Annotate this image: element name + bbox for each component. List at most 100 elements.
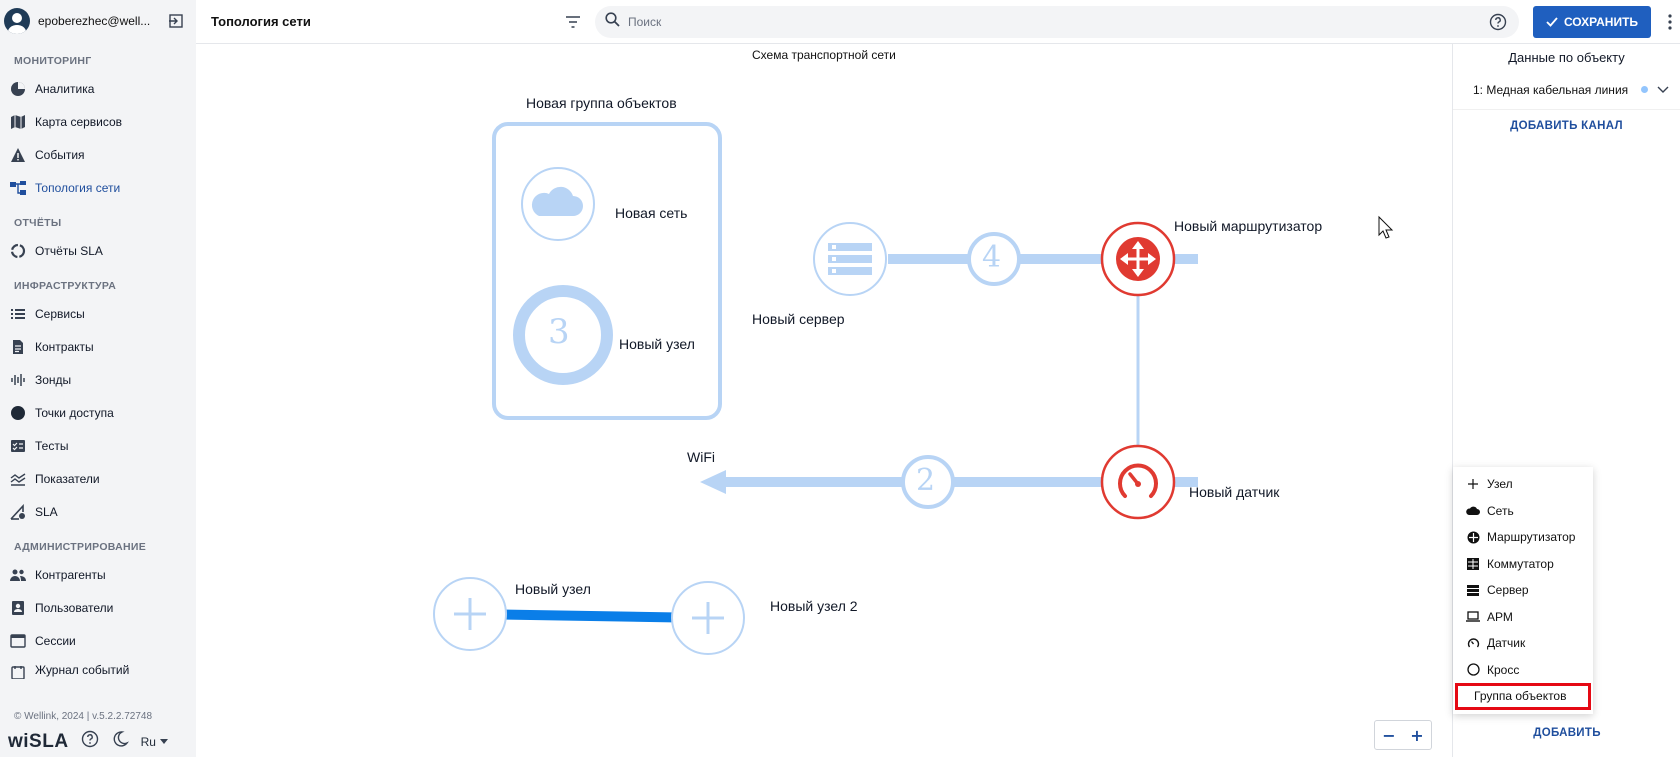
menu-item-label: Коммутатор — [1487, 556, 1554, 571]
menu-item-label: Узел — [1487, 477, 1513, 492]
sidebar-item-topology[interactable]: Топология сети — [0, 171, 196, 204]
logout-icon[interactable] — [166, 11, 186, 31]
checklist-icon — [8, 436, 28, 456]
sidebar: epoberezhec@well... МОНИТОРИНГ Аналитика… — [0, 0, 196, 757]
sidebar-item-label: Тесты — [35, 438, 69, 453]
search-input[interactable] — [628, 14, 1487, 29]
plus-icon — [1465, 476, 1481, 492]
sidebar-item-tests[interactable]: Тесты — [0, 429, 196, 462]
section-title-monitoring: МОНИТОРИНГ — [14, 55, 92, 67]
sla-icon — [8, 502, 28, 522]
menu-item-label: Группа объектов — [1474, 689, 1567, 704]
chevron-down-icon[interactable] — [1656, 83, 1670, 97]
sidebar-item-label: Топология сети — [35, 180, 121, 195]
dot-icon — [8, 403, 28, 423]
dark-mode-icon[interactable] — [111, 730, 129, 753]
topology-icon — [8, 178, 28, 198]
menu-item-node[interactable]: Узел — [1453, 471, 1593, 498]
section-title-infrastructure: ИНФРАСТРУКТУРА — [14, 280, 117, 292]
sidebar-item-sla-reports[interactable]: Отчёты SLA — [0, 234, 196, 267]
network-label: Новая сеть — [615, 205, 688, 221]
menu-item-label: Сервер — [1487, 583, 1529, 598]
caret-down-icon — [159, 738, 168, 744]
sidebar-item-label: Контрагенты — [35, 567, 106, 582]
sidebar-item-label: SLA — [35, 504, 58, 519]
zoom-out-button[interactable]: − — [1375, 721, 1403, 749]
sidebar-item-journal[interactable]: Журнал событий — [0, 657, 196, 679]
sidebar-item-contracts[interactable]: Контракты — [0, 330, 196, 363]
channel-row[interactable]: 1: Медная кабельная линия — [1453, 70, 1680, 110]
search-bar — [595, 5, 1519, 38]
sidebar-item-label: События — [35, 147, 85, 162]
router-icon — [1465, 529, 1481, 545]
journal-icon — [8, 663, 28, 679]
badge-4-text: 4 — [982, 240, 1002, 275]
logo: wiSLA — [8, 730, 69, 752]
menu-item-server[interactable]: Сервер — [1453, 577, 1593, 604]
sidebar-item-events[interactable]: События — [0, 138, 196, 171]
section-title-administration: АДМИНИСТРИРОВАНИЕ — [14, 541, 147, 553]
server-icon — [828, 243, 872, 275]
sidebar-item-access-points[interactable]: Точки доступа — [0, 396, 196, 429]
add-channel-button[interactable]: ДОБАВИТЬ КАНАЛ — [1453, 120, 1680, 132]
laptop-icon — [1465, 609, 1481, 625]
gauge-icon — [1465, 635, 1481, 651]
menu-item-object-group[interactable]: Группа объектов — [1455, 683, 1591, 710]
language-select[interactable]: Ru — [141, 735, 168, 749]
switch-icon — [1465, 556, 1481, 572]
save-button[interactable]: СОХРАНИТЬ — [1533, 5, 1651, 38]
node1-label: Новый узел — [515, 581, 591, 597]
channel-name: 1: Медная кабельная линия — [1473, 82, 1629, 97]
help-icon[interactable] — [81, 730, 99, 753]
menu-item-router[interactable]: Маршрутизатор — [1453, 524, 1593, 551]
page-title: Топология сети — [211, 14, 311, 29]
menu-item-label: Кросс — [1487, 662, 1520, 677]
header: Топология сети СОХРАНИТЬ — [196, 0, 1680, 44]
menu-item-label: АРМ — [1487, 609, 1513, 624]
check-icon — [1546, 16, 1558, 27]
menu-item-switch[interactable]: Коммутатор — [1453, 551, 1593, 578]
language-label: Ru — [140, 734, 156, 749]
zoom-in-button[interactable]: + — [1403, 721, 1431, 749]
panel-title: Данные по объекту — [1508, 50, 1625, 65]
sidebar-item-metrics[interactable]: Показатели — [0, 462, 196, 495]
sidebar-item-sessions[interactable]: Сессии — [0, 624, 196, 657]
sidebar-item-analytics[interactable]: Аналитика — [0, 72, 196, 105]
metrics-icon — [8, 469, 28, 489]
sidebar-item-users[interactable]: Пользователи — [0, 591, 196, 624]
sidebar-item-counterparties[interactable]: Контрагенты — [0, 558, 196, 591]
topology-canvas[interactable]: Схема транспортной сети Новая группа объ… — [196, 44, 1452, 757]
group-node-label: Новый узел — [619, 336, 695, 352]
sidebar-item-label: Аналитика — [35, 81, 95, 96]
cloud-icon — [1465, 503, 1481, 519]
user-row: epoberezhec@well... — [0, 0, 196, 42]
object-group[interactable] — [492, 122, 722, 420]
add-button[interactable]: ДОБАВИТЬ — [1453, 727, 1680, 739]
topology-diagram — [433, 122, 1394, 655]
help-icon[interactable] — [1487, 11, 1509, 33]
sidebar-item-label: Сервисы — [35, 306, 85, 321]
sidebar-item-label: Пользователи — [35, 600, 114, 615]
sidebar-item-service-map[interactable]: Карта сервисов — [0, 105, 196, 138]
sidebar-item-services[interactable]: Сервисы — [0, 297, 196, 330]
filter-icon[interactable] — [561, 10, 585, 34]
sidebar-item-probes[interactable]: Зонды — [0, 363, 196, 396]
menu-item-label: Маршрутизатор — [1487, 530, 1576, 545]
menu-item-cross[interactable]: Кросс — [1453, 657, 1593, 684]
window-icon — [8, 631, 28, 651]
sidebar-footer: © Wellink, 2024 | v.5.2.2.72748 wiSLA Ru — [0, 707, 196, 757]
menu-item-workstation[interactable]: АРМ — [1453, 604, 1593, 631]
menu-item-sensor[interactable]: Датчик — [1453, 630, 1593, 657]
group-label: Новая группа объектов — [526, 95, 677, 111]
sidebar-item-sla[interactable]: SLA — [0, 495, 196, 528]
more-vert-icon[interactable] — [1661, 10, 1679, 34]
pie-chart-icon — [8, 79, 28, 99]
server-icon — [1465, 582, 1481, 598]
user-name[interactable]: epoberezhec@well... — [38, 14, 166, 28]
add-object-menu: Узел Сеть Маршрутизатор Коммутатор Серве… — [1453, 467, 1593, 714]
router-label: Новый маршрутизатор — [1174, 218, 1323, 234]
avatar[interactable] — [4, 8, 30, 34]
menu-item-network[interactable]: Сеть — [1453, 498, 1593, 525]
warning-icon — [8, 145, 28, 165]
badge-2-text: 2 — [916, 463, 936, 498]
